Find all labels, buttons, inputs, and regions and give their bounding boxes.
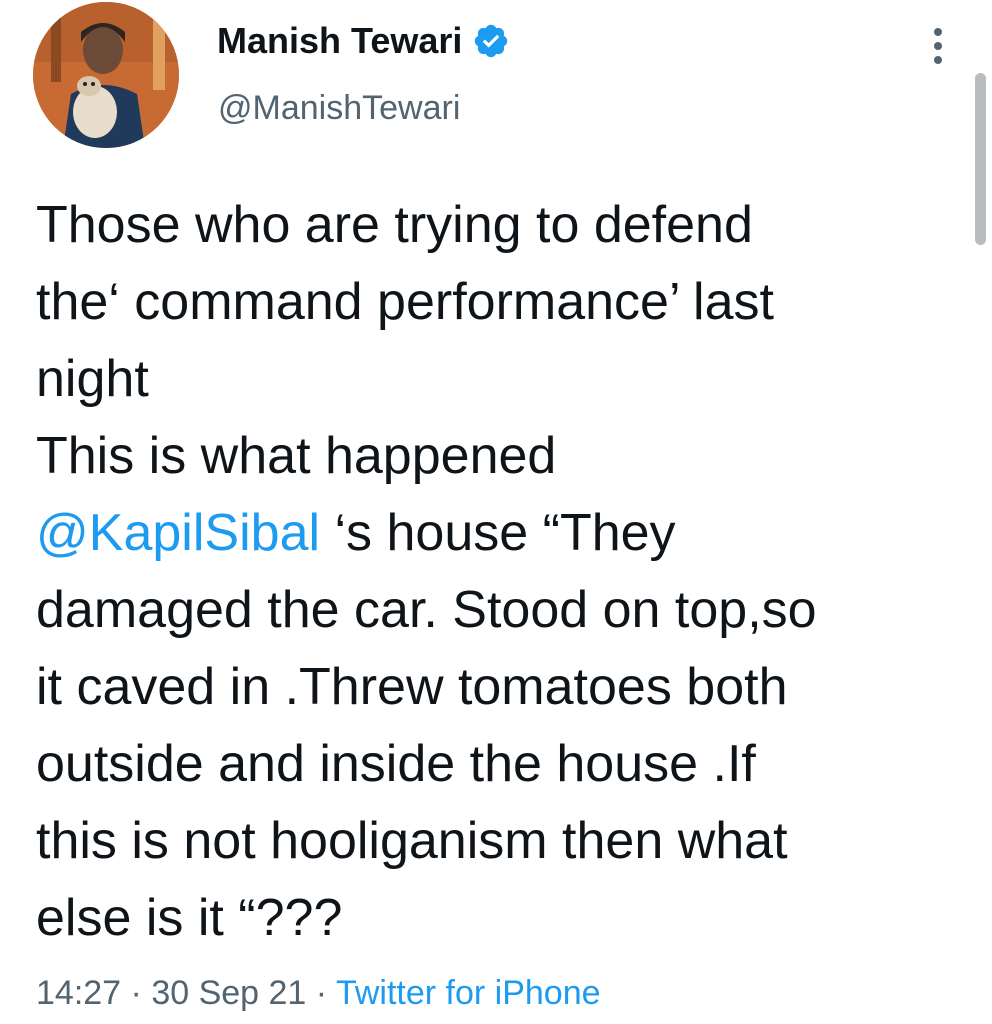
- tweet-time[interactable]: 14:27: [36, 974, 121, 1012]
- tweet-text-line: This is what happened: [36, 427, 557, 485]
- tweet-text-line: it caved in .Threw tomatoes both: [36, 658, 788, 716]
- author-handle[interactable]: @ManishTewari: [218, 86, 460, 130]
- mention-suffix-text: ‘s house “They: [320, 504, 676, 562]
- tweet-text-line-with-mention: @KapilSibal ‘s house “They: [36, 495, 966, 572]
- tweet-text-line: night: [36, 350, 149, 408]
- tweet-text-line: the‘ command performance’ last: [36, 273, 774, 331]
- tweet-text-line: outside and inside the house .If: [36, 735, 756, 793]
- author-name-text: Manish Tewari: [217, 20, 463, 61]
- author-display-name[interactable]: Manish Tewari: [217, 19, 510, 63]
- more-vertical-icon[interactable]: [920, 22, 956, 70]
- tweet-text-line: else is it “???: [36, 889, 343, 947]
- tweet-source-link[interactable]: Twitter for iPhone: [336, 974, 601, 1012]
- tweet-text-line: this is not hooliganism then what: [36, 812, 788, 870]
- tweet-card: Manish Tewari @ManishTewari Those who ar…: [0, 0, 992, 1024]
- avatar-photo-icon: [33, 2, 179, 148]
- tweet-text-line: damaged the car. Stood on top,so: [36, 581, 817, 639]
- avatar[interactable]: [33, 2, 179, 148]
- tweet-text: Those who are trying to defend the‘ comm…: [36, 187, 966, 957]
- tweet-text-line: Those who are trying to defend: [36, 196, 753, 254]
- meta-separator: ·: [306, 974, 336, 1012]
- meta-separator: ·: [121, 974, 152, 1012]
- tweet-metadata: 14:27 · 30 Sep 21 · Twitter for iPhone: [36, 970, 601, 1016]
- tweet-date[interactable]: 30 Sep 21: [151, 974, 306, 1012]
- mention-link[interactable]: @KapilSibal: [36, 504, 320, 562]
- scrollbar[interactable]: [975, 73, 986, 245]
- verified-badge-icon: [475, 24, 508, 58]
